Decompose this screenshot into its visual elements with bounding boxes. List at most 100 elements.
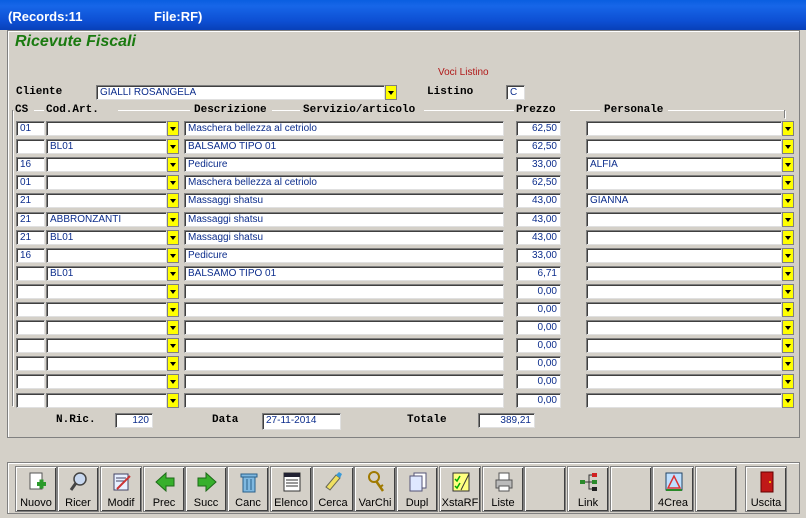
toolbar-varchi-button[interactable]: VarChi xyxy=(354,466,396,512)
row-prezzo-field[interactable]: 33,00 xyxy=(516,248,561,263)
row-personale-field[interactable] xyxy=(586,374,782,389)
row-codart-dropdown-icon[interactable] xyxy=(167,302,179,317)
toolbar-dupl-button[interactable]: Dupl xyxy=(396,466,438,512)
row-prezzo-field[interactable]: 43,00 xyxy=(516,212,561,227)
row-codart-dropdown-icon[interactable] xyxy=(167,157,179,172)
row-personale-dropdown-icon[interactable] xyxy=(782,139,794,154)
row-personale-dropdown-icon[interactable] xyxy=(782,230,794,245)
row-codart-dropdown-icon[interactable] xyxy=(167,121,179,136)
row-personale-dropdown-icon[interactable] xyxy=(782,212,794,227)
row-personale-field[interactable] xyxy=(586,284,782,299)
row-codart-dropdown-icon[interactable] xyxy=(167,284,179,299)
row-prezzo-field[interactable]: 0,00 xyxy=(516,356,561,371)
row-cs-field[interactable]: 01 xyxy=(16,175,45,190)
row-descrizione-field[interactable] xyxy=(184,284,504,299)
row-personale-dropdown-icon[interactable] xyxy=(782,302,794,317)
row-prezzo-field[interactable]: 0,00 xyxy=(516,393,561,408)
row-codart-field[interactable] xyxy=(46,121,167,136)
row-prezzo-field[interactable]: 62,50 xyxy=(516,121,561,136)
toolbar-canc-button[interactable]: Canc xyxy=(227,466,269,512)
row-cs-field[interactable]: 16 xyxy=(16,248,45,263)
row-descrizione-field[interactable]: Maschera bellezza al cetriolo xyxy=(184,121,504,136)
row-personale-dropdown-icon[interactable] xyxy=(782,157,794,172)
row-codart-dropdown-icon[interactable] xyxy=(167,139,179,154)
toolbar-4crea-button[interactable]: 4Crea xyxy=(652,466,694,512)
toolbar-liste-button[interactable]: Liste xyxy=(482,466,524,512)
row-descrizione-field[interactable] xyxy=(184,356,504,371)
toolbar-empty-button[interactable] xyxy=(610,466,652,512)
row-codart-field[interactable] xyxy=(46,284,167,299)
row-descrizione-field[interactable] xyxy=(184,302,504,317)
row-cs-field[interactable]: 21 xyxy=(16,212,45,227)
row-codart-field[interactable] xyxy=(46,356,167,371)
row-cs-field[interactable] xyxy=(16,338,45,353)
cliente-field[interactable]: GIALLI ROSANGELA xyxy=(96,85,385,100)
row-personale-dropdown-icon[interactable] xyxy=(782,121,794,136)
row-codart-dropdown-icon[interactable] xyxy=(167,393,179,408)
toolbar-xstarf-button[interactable]: XstaRF xyxy=(439,466,481,512)
row-cs-field[interactable] xyxy=(16,320,45,335)
row-prezzo-field[interactable]: 0,00 xyxy=(516,320,561,335)
row-descrizione-field[interactable] xyxy=(184,338,504,353)
row-cs-field[interactable] xyxy=(16,374,45,389)
row-codart-field[interactable] xyxy=(46,302,167,317)
row-codart-field[interactable] xyxy=(46,193,167,208)
row-personale-field[interactable] xyxy=(586,175,782,190)
row-personale-field[interactable] xyxy=(586,393,782,408)
row-codart-field[interactable]: BL01 xyxy=(46,266,167,281)
row-codart-field[interactable] xyxy=(46,175,167,190)
row-cs-field[interactable]: 21 xyxy=(16,193,45,208)
row-codart-dropdown-icon[interactable] xyxy=(167,193,179,208)
row-prezzo-field[interactable]: 62,50 xyxy=(516,139,561,154)
row-codart-dropdown-icon[interactable] xyxy=(167,338,179,353)
row-codart-dropdown-icon[interactable] xyxy=(167,212,179,227)
nric-field[interactable]: 120 xyxy=(115,413,153,428)
row-personale-field[interactable] xyxy=(586,356,782,371)
row-descrizione-field[interactable]: BALSAMO TIPO 01 xyxy=(184,139,504,154)
toolbar-succ-button[interactable]: Succ xyxy=(185,466,227,512)
row-codart-field[interactable] xyxy=(46,248,167,263)
row-personale-field[interactable] xyxy=(586,230,782,245)
row-codart-dropdown-icon[interactable] xyxy=(167,175,179,190)
row-codart-dropdown-icon[interactable] xyxy=(167,356,179,371)
row-prezzo-field[interactable]: 43,00 xyxy=(516,193,561,208)
row-personale-field[interactable] xyxy=(586,139,782,154)
row-descrizione-field[interactable]: Pedicure xyxy=(184,157,504,172)
row-prezzo-field[interactable]: 6,71 xyxy=(516,266,561,281)
row-personale-dropdown-icon[interactable] xyxy=(782,374,794,389)
cliente-dropdown-icon[interactable] xyxy=(385,85,397,100)
row-personale-dropdown-icon[interactable] xyxy=(782,393,794,408)
row-descrizione-field[interactable]: Pedicure xyxy=(184,248,504,263)
toolbar-uscita-button[interactable]: Uscita xyxy=(745,466,787,512)
row-cs-field[interactable] xyxy=(16,284,45,299)
toolbar-prec-button[interactable]: Prec xyxy=(143,466,185,512)
toolbar-ricer-button[interactable]: Ricer xyxy=(57,466,99,512)
row-cs-field[interactable] xyxy=(16,356,45,371)
row-codart-field[interactable] xyxy=(46,338,167,353)
toolbar-empty-button[interactable] xyxy=(524,466,566,512)
row-personale-dropdown-icon[interactable] xyxy=(782,356,794,371)
listino-field[interactable]: C xyxy=(506,85,525,100)
toolbar-nuovo-button[interactable]: Nuovo xyxy=(15,466,57,512)
row-descrizione-field[interactable] xyxy=(184,374,504,389)
row-personale-field[interactable]: ALFIA xyxy=(586,157,782,172)
row-personale-field[interactable] xyxy=(586,302,782,317)
row-personale-dropdown-icon[interactable] xyxy=(782,193,794,208)
row-codart-dropdown-icon[interactable] xyxy=(167,248,179,263)
row-codart-dropdown-icon[interactable] xyxy=(167,374,179,389)
row-prezzo-field[interactable]: 43,00 xyxy=(516,230,561,245)
row-personale-dropdown-icon[interactable] xyxy=(782,284,794,299)
row-descrizione-field[interactable]: Massaggi shatsu xyxy=(184,230,504,245)
row-descrizione-field[interactable]: Massaggi shatsu xyxy=(184,212,504,227)
row-codart-dropdown-icon[interactable] xyxy=(167,266,179,281)
row-cs-field[interactable]: 16 xyxy=(16,157,45,172)
toolbar-link-button[interactable]: Link xyxy=(567,466,609,512)
row-cs-field[interactable] xyxy=(16,302,45,317)
row-prezzo-field[interactable]: 33,00 xyxy=(516,157,561,172)
row-personale-dropdown-icon[interactable] xyxy=(782,320,794,335)
row-personale-dropdown-icon[interactable] xyxy=(782,266,794,281)
row-personale-field[interactable] xyxy=(586,248,782,263)
row-codart-field[interactable]: ABBRONZANTI xyxy=(46,212,167,227)
row-prezzo-field[interactable]: 0,00 xyxy=(516,338,561,353)
toolbar-modif-button[interactable]: Modif xyxy=(100,466,142,512)
